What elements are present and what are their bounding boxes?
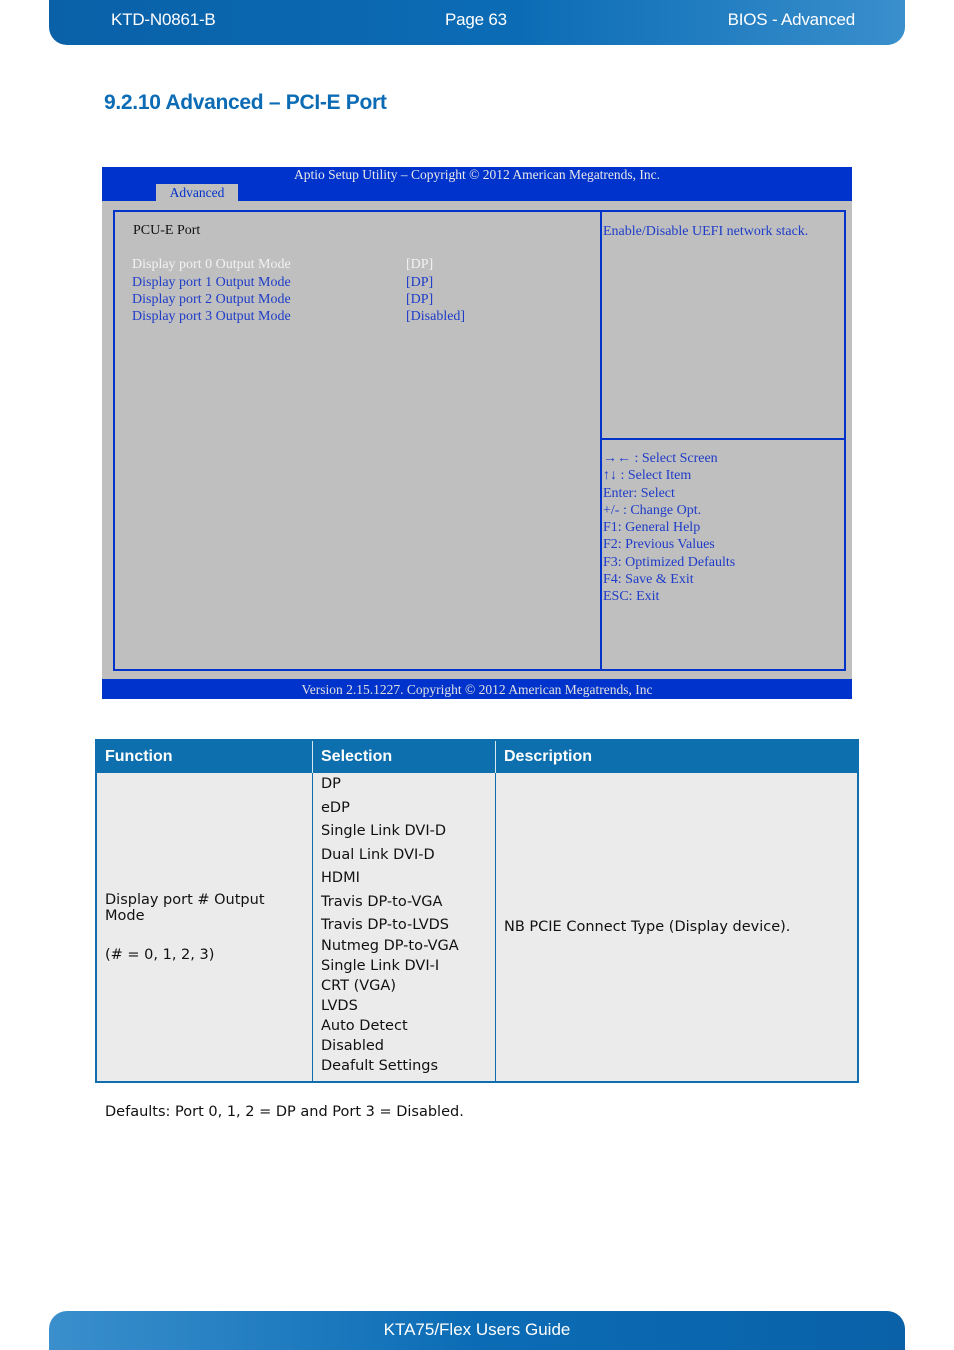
- header-function: Function: [96, 740, 313, 773]
- selection-item: Single Link DVI-D: [321, 823, 446, 839]
- selection-item: Auto Detect: [321, 1018, 408, 1034]
- doc-id: KTD-N0861-B: [111, 10, 216, 29]
- page-footer: KTA75/Flex Users Guide: [49, 1311, 905, 1350]
- bios-option-port-3[interactable]: Display port 3 Output Mode [Disabled]: [132, 309, 592, 326]
- key-enter: Enter: Select: [603, 485, 675, 501]
- page-header: KTD-N0861-B Page 63 BIOS - Advanced: [49, 0, 905, 45]
- function-note: (# = 0, 1, 2, 3): [105, 946, 215, 963]
- bios-option-port-2[interactable]: Display port 2 Output Mode [DP]: [132, 292, 592, 309]
- section-title: 9.2.10 Advanced – PCI-E Port: [104, 91, 387, 114]
- bios-screenshot: Aptio Setup Utility – Copyright © 2012 A…: [102, 167, 852, 699]
- divider: [600, 212, 602, 669]
- panel-title: PCU-E Port: [133, 223, 201, 238]
- selection-item: DP: [321, 776, 341, 792]
- header-section: BIOS - Advanced: [727, 10, 856, 29]
- footer-title: KTA75/Flex Users Guide: [383, 1320, 571, 1339]
- key-f2: F2: Previous Values: [603, 537, 715, 553]
- defaults-note: Defaults: Port 0, 1, 2 = DP and Port 3 =…: [105, 1104, 464, 1120]
- key-legend: →← : Select Screen ↑↓ : Select Item Ente…: [603, 450, 838, 606]
- key-f3: F3: Optimized Defaults: [603, 554, 736, 570]
- option-label: Display port 1 Output Mode: [132, 275, 291, 290]
- selection-item: LVDS: [321, 998, 358, 1014]
- key-f1: F1: General Help: [603, 520, 701, 536]
- selection-item: Dual Link DVI-D: [321, 846, 435, 863]
- function-name: Display port # Output Mode: [105, 891, 265, 924]
- key-f4: F4: Save & Exit: [603, 572, 694, 588]
- bios-main-frame: PCU-E Port Display port 0 Output Mode [D…: [113, 210, 846, 671]
- divider: [602, 438, 844, 440]
- key-select-screen: →← : Select Screen: [603, 451, 718, 466]
- description-cell: NB PCIE Connect Type (Display device).: [495, 772, 859, 1083]
- selection-item: CRT (VGA): [321, 978, 396, 994]
- option-label: Display port 2 Output Mode: [132, 292, 291, 307]
- option-label: Display port 3 Output Mode: [132, 309, 291, 324]
- help-text: Enable/Disable UEFI network stack.: [603, 224, 809, 239]
- selection-item: Deafult Settings: [321, 1058, 439, 1074]
- option-label: Display port 0 Output Mode: [132, 257, 291, 272]
- option-value[interactable]: [Disabled]: [406, 309, 465, 325]
- selection-item: Disabled: [321, 1038, 384, 1054]
- tab-advanced[interactable]: Advanced: [156, 184, 238, 201]
- function-cell: Display port # Output Mode (# = 0, 1, 2,…: [95, 772, 313, 1083]
- bios-version-bar: Version 2.15.1227. Copyright © 2012 Amer…: [102, 679, 852, 699]
- bios-option-port-0[interactable]: Display port 0 Output Mode [DP]: [132, 257, 592, 274]
- option-value[interactable]: [DP]: [406, 257, 433, 273]
- function-table: Function Selection Description Display p…: [95, 739, 859, 1083]
- selection-item: Single Link DVI-I: [321, 958, 440, 974]
- selection-item: Travis DP-to-LVDS: [321, 917, 450, 933]
- bios-option-port-1[interactable]: Display port 1 Output Mode [DP]: [132, 275, 592, 292]
- selection-item: Nutmeg DP-to-VGA: [321, 938, 459, 954]
- key-change-opt: +/- : Change Opt.: [603, 502, 702, 518]
- header-selection: Selection: [312, 740, 496, 773]
- bios-title-bar: Aptio Setup Utility – Copyright © 2012 A…: [102, 167, 852, 201]
- key-esc: ESC: Exit: [603, 589, 660, 605]
- bios-title: Aptio Setup Utility – Copyright © 2012 A…: [293, 167, 661, 182]
- selection-item: HDMI: [321, 870, 360, 886]
- option-value[interactable]: [DP]: [406, 292, 433, 308]
- selection-cell: DP eDP Single Link DVI-D Dual Link DVI-D…: [312, 772, 496, 1083]
- selection-item: Travis DP-to-VGA: [321, 893, 443, 910]
- key-select-item: ↑↓ : Select Item: [603, 468, 692, 484]
- selection-item: eDP: [321, 799, 350, 816]
- page-number: Page 63: [445, 10, 507, 29]
- table-row: Display port # Output Mode (# = 0, 1, 2,…: [95, 772, 859, 1083]
- header-description: Description: [495, 740, 858, 773]
- option-value[interactable]: [DP]: [406, 275, 433, 291]
